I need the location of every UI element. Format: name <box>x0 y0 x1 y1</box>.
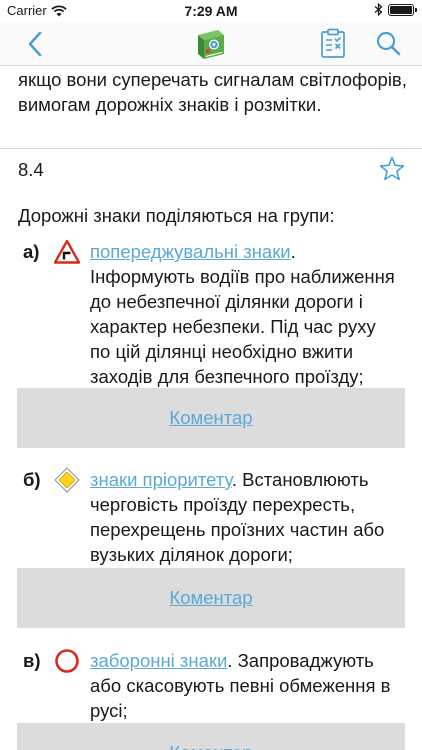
item-label: а) <box>23 241 40 262</box>
clipboard-checklist-icon[interactable] <box>320 28 346 58</box>
bluetooth-icon <box>374 3 383 16</box>
book-logo-icon <box>198 30 224 59</box>
item-text: заборонні знаки. Запроваджують або скасо… <box>90 648 400 723</box>
section-intro: Дорожні знаки поділяються на групи: <box>18 205 335 226</box>
prohibitory-circle-sign-icon <box>55 649 79 673</box>
chevron-left-icon[interactable] <box>22 30 50 58</box>
sign-group-link[interactable]: попереджувальні знаки <box>90 241 291 262</box>
comment-link[interactable]: Коментар <box>169 407 252 428</box>
star-icon[interactable] <box>378 155 406 183</box>
sign-group-link[interactable]: знаки пріоритету <box>90 469 232 490</box>
previous-paragraph: якщо вони суперечать сигналам світлофорі… <box>18 69 407 115</box>
battery-fill <box>390 5 412 14</box>
battery-tip <box>415 7 417 12</box>
status-time: 7:29 AM <box>184 3 238 19</box>
item-label: б) <box>23 469 41 490</box>
item-label: в) <box>23 650 41 671</box>
comment-box: Коментар <box>17 723 405 750</box>
content-scroll-area[interactable]: якщо вони суперечать сигналам світлофорі… <box>0 67 422 750</box>
comment-link[interactable]: Коментар <box>169 742 252 750</box>
section-divider <box>0 148 422 149</box>
comment-link[interactable]: Коментар <box>169 587 252 608</box>
priority-diamond-sign-icon <box>54 467 80 493</box>
status-right <box>374 3 417 16</box>
item-text: знаки пріоритету. Встановлюють черговіст… <box>90 467 400 567</box>
section-number: 8.4 <box>18 159 44 180</box>
sign-group-link[interactable]: заборонні знаки <box>90 650 227 671</box>
navigation-bar <box>0 22 422 66</box>
status-bar: Carrier 7:29 AM <box>0 0 422 22</box>
item-description: . Інформують водіїв про наближення до не… <box>90 241 395 387</box>
comment-box: Коментар <box>17 388 405 448</box>
warning-triangle-sign-icon <box>54 239 80 264</box>
search-icon[interactable] <box>375 30 401 56</box>
comment-box: Коментар <box>17 568 405 628</box>
item-text: попереджувальні знаки. Інформують водіїв… <box>90 239 400 389</box>
battery-icon <box>388 3 417 16</box>
